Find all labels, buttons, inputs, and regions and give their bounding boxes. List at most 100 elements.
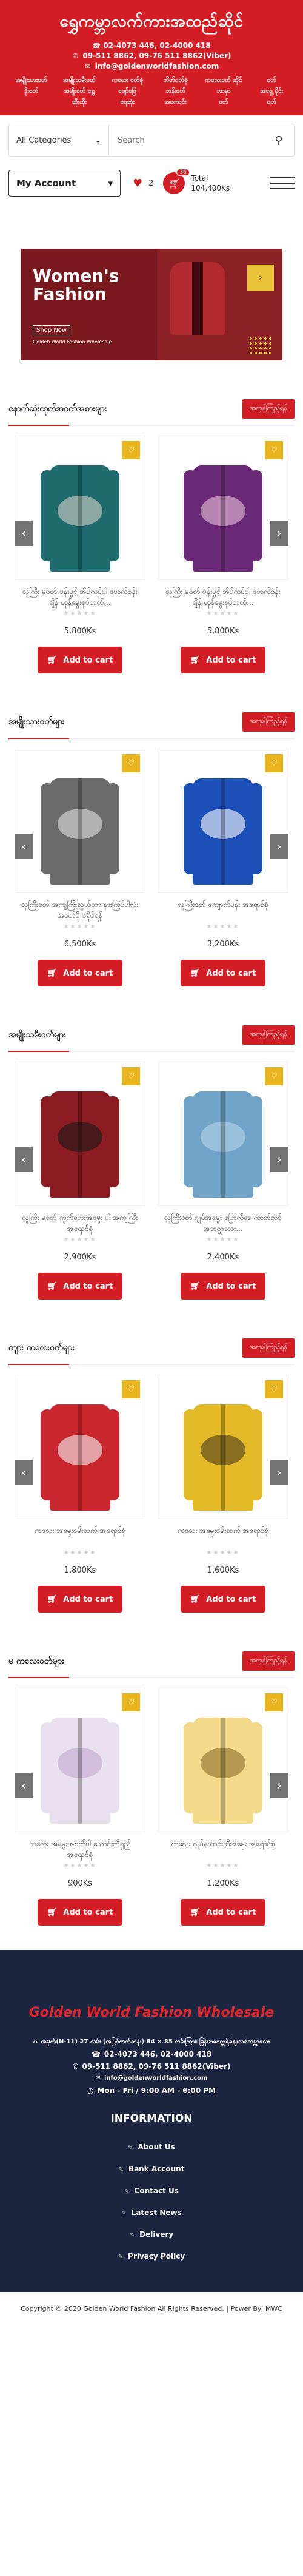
- nav-item[interactable]: [8, 98, 54, 107]
- product-image[interactable]: ♡: [158, 1375, 288, 1519]
- wishlist-link[interactable]: ♥ 2: [133, 177, 153, 190]
- add-to-cart-button[interactable]: 🛒︎ Add to cart: [181, 647, 265, 673]
- add-to-cart-button[interactable]: 🛒︎ Add to cart: [181, 1899, 265, 1926]
- product-image[interactable]: ♡: [15, 436, 145, 580]
- wishlist-heart-icon[interactable]: ♡: [122, 1067, 140, 1085]
- view-all-button[interactable]: အကုန်ကြည့်ရန်: [242, 712, 295, 732]
- nav-item[interactable]: ဘိတ်ဝတ်စုံ: [153, 76, 198, 85]
- product-image[interactable]: ♡: [15, 1062, 145, 1206]
- view-all-button[interactable]: အကုန်ကြည့်ရန်: [242, 1338, 295, 1358]
- product-image[interactable]: ♡: [158, 749, 288, 893]
- product-card[interactable]: ♡ လူကြီးဝတ် ဂျုပ်အမွေး ပြောက်ဒေ ကာတ်တစ် …: [158, 1062, 288, 1300]
- add-to-cart-button[interactable]: 🛒︎ Add to cart: [38, 1586, 122, 1613]
- product-image[interactable]: ♡: [158, 436, 288, 580]
- product-card[interactable]: ♡ လူကြီး မဝတ် ကွက်လေးအမွေး ပါ အကျင်္ကြီး…: [15, 1062, 145, 1300]
- hamburger-menu-icon[interactable]: [270, 177, 295, 189]
- product-name[interactable]: လူကြီး မဝတ် ပန်းပွင့် အိပ်ကပ်ပါ ဖောက်ဝန်…: [158, 586, 288, 609]
- product-card[interactable]: ♡ ကလေး အမွေးဝမ်းဆက် အရောင်စုံ ★★★★★ 1,80…: [15, 1375, 145, 1613]
- footer-link-contact-us[interactable]: ✎ Contact Us: [12, 2187, 291, 2195]
- search-icon[interactable]: ⚲: [264, 124, 294, 156]
- chevron-left-icon[interactable]: ‹: [15, 1460, 33, 1485]
- chevron-right-icon[interactable]: ›: [270, 1773, 288, 1798]
- product-image[interactable]: ♡: [158, 1688, 288, 1832]
- nav-item[interactable]: အကောင်း: [153, 98, 198, 107]
- footer-link-privacy-policy[interactable]: ✎ Privacy Policy: [12, 2252, 291, 2261]
- nav-item[interactable]: ဝတ်: [249, 76, 295, 85]
- power-by[interactable]: Power By: MWC: [231, 2305, 282, 2313]
- hero-banner[interactable]: Women's Fashion Shop Now Golden World Fa…: [21, 249, 282, 360]
- product-name[interactable]: လူကြီး မဝတ် ပန်းပွင့် အိပ်ကပ်ပါ ဖောက်ဝန်…: [15, 586, 145, 609]
- nav-item[interactable]: ဖျော်ဖြေ: [105, 87, 150, 96]
- add-to-cart-button[interactable]: 🛒︎ Add to cart: [38, 1273, 122, 1300]
- search-input[interactable]: [109, 124, 264, 156]
- wishlist-heart-icon[interactable]: ♡: [265, 1380, 283, 1398]
- product-name[interactable]: ကလေး အမွေးဝမ်းဆက် အရောင်စုံ: [158, 1525, 288, 1548]
- product-card[interactable]: ♡ လူကြီးဝတ် ကျောက်ပန်း အရောင်စုံ ★★★★★ 3…: [158, 749, 288, 986]
- product-image[interactable]: ♡: [158, 1062, 288, 1206]
- product-card[interactable]: ♡ ကလေး အမွေးဝမ်းဆက် အရောင်စုံ ★★★★★ 1,60…: [158, 1375, 288, 1613]
- add-to-cart-button[interactable]: 🛒︎ Add to cart: [38, 1899, 122, 1926]
- chevron-right-icon[interactable]: ›: [270, 1147, 288, 1172]
- product-name[interactable]: လူကြီး မဝတ် ကွက်လေးအမွေး ပါ အကျင်္ကြီးအရ…: [15, 1212, 145, 1235]
- product-name[interactable]: ကလေး ဂျုပ်ဘောင်းဘီအမွေး အရောင်စုံ: [158, 1838, 288, 1861]
- product-image[interactable]: ♡: [15, 749, 145, 893]
- product-name[interactable]: ကလေး အမွေးဝမ်းဆက် အရောင်စုံ: [15, 1525, 145, 1548]
- nav-item[interactable]: ဒိုးဝတ်: [8, 87, 54, 96]
- wishlist-heart-icon[interactable]: ♡: [265, 754, 283, 772]
- chevron-left-icon[interactable]: ‹: [15, 834, 33, 859]
- footer-email[interactable]: info@goldenworldfashion.com: [104, 2072, 208, 2085]
- product-name[interactable]: လူကြီးဝတ် ကျောက်ပန်း အရောင်စုံ: [158, 899, 288, 922]
- view-all-button[interactable]: အကုန်ကြည့်ရန်: [242, 1651, 295, 1671]
- nav-item[interactable]: အမျိုးဝတ် ရွှေ: [56, 87, 102, 96]
- site-title[interactable]: ရွှေကမ္ဘာလက်ကားအထည်ဆိုင်: [6, 11, 297, 35]
- product-card[interactable]: ♡ လူကြီး မဝတ် ပန်းပွင့် အိပ်ကပ်ပါ ဖောက်ဝ…: [158, 436, 288, 673]
- category-select[interactable]: All Categories ⌄: [9, 124, 109, 156]
- footer-link-delivery[interactable]: ✎ Delivery: [12, 2230, 291, 2239]
- footer-link-latest-news[interactable]: ✎ Latest News: [12, 2208, 291, 2217]
- chevron-left-icon[interactable]: ‹: [15, 521, 33, 546]
- wishlist-heart-icon[interactable]: ♡: [122, 1693, 140, 1711]
- product-card[interactable]: ♡ ကလေး အမွေးအစက်ပါ ဘောင်းဘီရှည် အရောင်စု…: [15, 1688, 145, 1926]
- view-all-button[interactable]: အကုန်ကြည့်ရန်: [242, 1025, 295, 1045]
- nav-item[interactable]: အရှေ့ ပိုင်း: [249, 87, 295, 96]
- nav-item[interactable]: အမျိုးသမီးဝတ်: [56, 76, 102, 85]
- nav-item[interactable]: အမျိုးသားဝတ်: [8, 76, 54, 85]
- product-image[interactable]: ♡: [15, 1375, 145, 1519]
- product-card[interactable]: ♡ ကလေး ဂျုပ်ဘောင်းဘီအမွေး အရောင်စုံ ★★★★…: [158, 1688, 288, 1926]
- wishlist-heart-icon[interactable]: ♡: [265, 1067, 283, 1085]
- shop-now-button[interactable]: Shop Now: [33, 325, 71, 335]
- view-all-button[interactable]: အကုန်ကြည့်ရန်: [242, 399, 295, 419]
- chevron-left-icon[interactable]: ‹: [15, 1147, 33, 1172]
- chevron-right-icon[interactable]: ›: [270, 834, 288, 859]
- nav-item[interactable]: ဆိုးထိုး: [56, 98, 102, 107]
- email[interactable]: info@goldenworldfashion.com: [95, 62, 219, 70]
- wishlist-heart-icon[interactable]: ♡: [122, 754, 140, 772]
- add-to-cart-button[interactable]: 🛒︎ Add to cart: [38, 960, 122, 986]
- chevron-left-icon[interactable]: ‹: [15, 1773, 33, 1798]
- add-to-cart-button[interactable]: 🛒︎ Add to cart: [181, 1586, 265, 1613]
- nav-item[interactable]: ဘာမှာ: [201, 87, 246, 96]
- nav-item[interactable]: ကလေးဝတ် ဆိုင်: [201, 76, 246, 85]
- add-to-cart-button[interactable]: 🛒︎ Add to cart: [181, 960, 265, 986]
- product-name[interactable]: ကလေး အမွေးအစက်ပါ ဘောင်းဘီရှည် အရောင်စုံ: [15, 1838, 145, 1861]
- wishlist-heart-icon[interactable]: ♡: [265, 441, 283, 459]
- nav-item[interactable]: ရေဆုံး: [105, 98, 150, 107]
- nav-item[interactable]: ဝတ်: [249, 98, 295, 107]
- add-to-cart-button[interactable]: 🛒︎ Add to cart: [38, 647, 122, 673]
- product-name[interactable]: လူကြီးဝတ် ဂျုပ်အမွေး ပြောက်ဒေ ကာတ်တစ် အဘ…: [158, 1212, 288, 1235]
- wishlist-heart-icon[interactable]: ♡: [122, 1380, 140, 1398]
- footer-link-bank-account[interactable]: ✎ Bank Account: [12, 2165, 291, 2173]
- cart-link[interactable]: 🛒︎ 36 Total 104,400Ks: [163, 169, 230, 194]
- wishlist-heart-icon[interactable]: ♡: [122, 441, 140, 459]
- my-account-button[interactable]: My Account ▾: [8, 170, 121, 197]
- nav-item[interactable]: ကလေး ဝတ်စုံ: [105, 76, 150, 85]
- chevron-right-icon[interactable]: ›: [270, 1460, 288, 1485]
- product-card[interactable]: ♡ လူကြီးဝတ် အကျင်္ကြီးဆွယ်တာ နားကြပ်ပါလု…: [15, 749, 145, 986]
- product-card[interactable]: ♡ လူကြီး မဝတ် ပန်းပွင့် အိပ်ကပ်ပါ ဖောက်ဝ…: [15, 436, 145, 673]
- chevron-right-icon[interactable]: ›: [270, 521, 288, 546]
- product-image[interactable]: ♡: [15, 1688, 145, 1832]
- nav-item[interactable]: ဘန်းဝတ်: [153, 87, 198, 96]
- product-name[interactable]: လူကြီးဝတ် အကျင်္ကြီးဆွယ်တာ နားကြပ်ပါလုံး…: [15, 899, 145, 922]
- wishlist-heart-icon[interactable]: ♡: [265, 1693, 283, 1711]
- footer-link-about-us[interactable]: ✎ About Us: [12, 2143, 291, 2151]
